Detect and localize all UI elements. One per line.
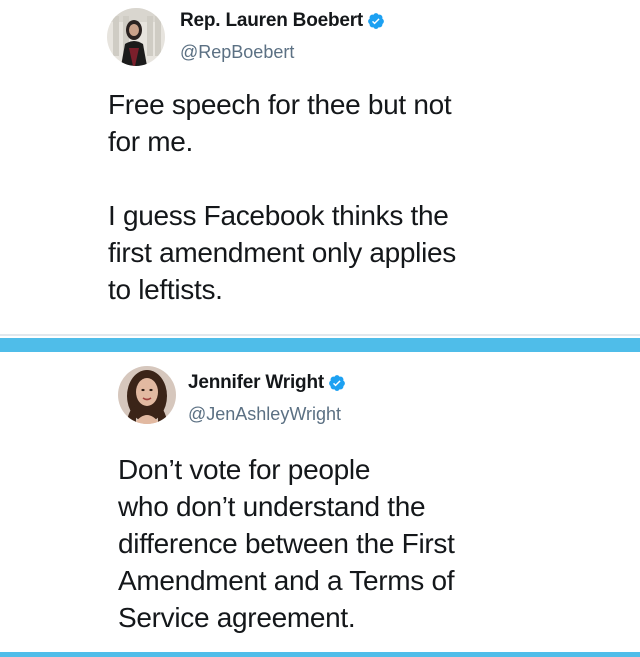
author-name-text: Rep. Lauren Boebert [180,10,364,31]
verified-badge-icon [367,12,385,30]
profile-photo-icon [118,366,176,424]
author-name[interactable]: Jennifer Wright [188,372,346,394]
avatar[interactable] [107,8,165,66]
author-name-text: Jennifer Wright [188,372,324,393]
divider [0,334,640,336]
author-name[interactable]: Rep. Lauren Boebert [180,10,385,32]
verified-badge-icon [328,374,346,392]
avatar[interactable] [118,366,176,424]
separator-bar [0,338,640,352]
profile-photo-icon [107,8,165,66]
author-handle[interactable]: @JenAshleyWright [188,404,341,425]
tweet-text: Free speech for thee but not for me. I g… [108,89,456,305]
bottom-bar [0,652,640,657]
tweet-text: Don’t vote for people who don’t understa… [118,454,455,633]
author-handle[interactable]: @RepBoebert [180,42,294,63]
